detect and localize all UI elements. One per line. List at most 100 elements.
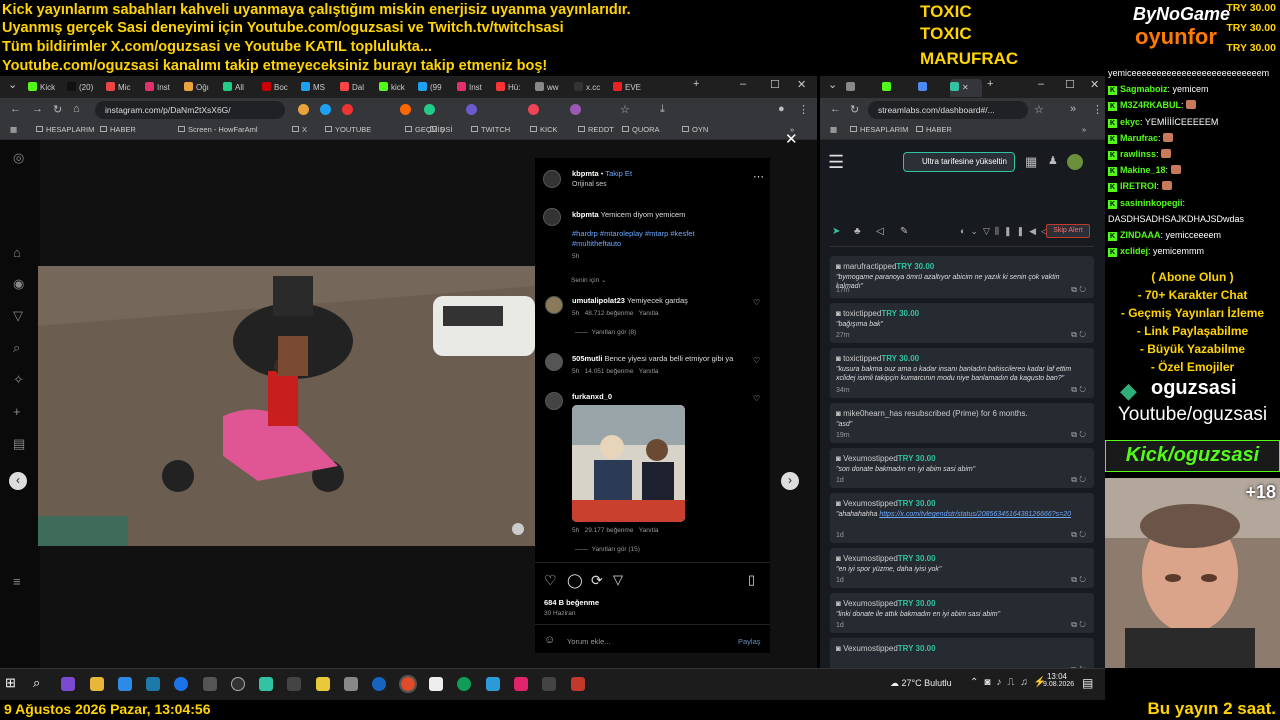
app-icon[interactable] bbox=[61, 677, 75, 691]
share-send-icon[interactable]: ▽ bbox=[613, 572, 623, 588]
app-icon[interactable] bbox=[344, 677, 358, 691]
browser-tab[interactable] bbox=[918, 79, 940, 97]
emoji-icon[interactable]: ☺ bbox=[544, 634, 555, 646]
extension-icon[interactable] bbox=[466, 104, 477, 115]
hashtags[interactable]: #hardrp #mtaroleplay #mtarp #kesfet #mul… bbox=[572, 229, 722, 249]
close-post-icon[interactable]: ✕ bbox=[785, 130, 798, 148]
replay-icon[interactable]: ⧉ bbox=[1071, 385, 1077, 394]
chat-user[interactable]: ekyc bbox=[1120, 117, 1140, 127]
reload-icon[interactable]: ↻ bbox=[53, 103, 62, 116]
author-avatar[interactable] bbox=[543, 208, 561, 226]
more-options-icon[interactable]: ⋯ bbox=[753, 170, 764, 183]
repeat-icon[interactable]: ↻ bbox=[1079, 330, 1086, 339]
browser-tab[interactable]: Inst bbox=[457, 79, 493, 97]
home-icon[interactable]: ⌂ bbox=[13, 245, 21, 260]
commenter-avatar[interactable] bbox=[545, 296, 563, 314]
reel-video[interactable] bbox=[38, 266, 535, 546]
browser-tab[interactable]: Inst bbox=[145, 79, 181, 97]
reply-button[interactable]: Yanıtla bbox=[639, 527, 659, 534]
address-input[interactable]: streamlabs.com/dashboard#/... bbox=[868, 101, 1028, 119]
replay-icon[interactable]: ⧉ bbox=[1071, 575, 1077, 584]
maximize-icon[interactable]: ☐ bbox=[770, 78, 780, 91]
bookmark[interactable]: HABER bbox=[916, 125, 952, 134]
comment-heart-icon[interactable]: ♡ bbox=[753, 394, 760, 403]
close-window-icon[interactable]: ✕ bbox=[797, 78, 806, 91]
comment-user[interactable]: furkanxd_0 bbox=[572, 392, 612, 401]
browser-tab[interactable]: EVE bbox=[613, 79, 649, 97]
extension-icon[interactable] bbox=[400, 104, 411, 115]
alert-link[interactable]: https://x.com/tvlegendstr/status/2085634… bbox=[879, 511, 1071, 518]
user-avatar[interactable] bbox=[1067, 154, 1083, 170]
send-icon[interactable]: ▽ bbox=[13, 308, 23, 324]
file-explorer-icon[interactable] bbox=[90, 677, 104, 691]
bookmark[interactable]: HABER bbox=[100, 125, 136, 134]
app-icon[interactable] bbox=[542, 677, 556, 691]
notification-center-icon[interactable]: ▤ bbox=[1082, 676, 1093, 690]
bookmark-star-icon[interactable]: ☆ bbox=[1034, 103, 1044, 116]
chat-user[interactable]: sasininkopegii bbox=[1120, 198, 1183, 208]
upgrade-button[interactable]: Ultra tarifesine yükseltin bbox=[903, 152, 1015, 172]
replay-icon[interactable]: ⧉ bbox=[1071, 285, 1077, 294]
bookmark[interactable]: HESAPLARIM bbox=[850, 125, 908, 134]
alert-card[interactable]: ◙ VexumostippedTRY 30.00 "linki donate il… bbox=[830, 593, 1094, 633]
comment-heart-icon[interactable]: ♡ bbox=[753, 298, 760, 307]
bookmark[interactable]: QUORA bbox=[622, 125, 660, 134]
commenter-avatar[interactable] bbox=[545, 353, 563, 371]
audio-label[interactable]: Orijinal ses bbox=[572, 181, 607, 188]
minimize-icon[interactable]: – bbox=[740, 78, 746, 90]
app-icon[interactable] bbox=[118, 677, 132, 691]
notifications-icon[interactable]: ♟ bbox=[1048, 154, 1058, 167]
pen-icon[interactable]: ✎ bbox=[900, 226, 908, 237]
follow-button[interactable]: Takip Et bbox=[605, 169, 632, 178]
skip-alert-button[interactable]: Skip Alert bbox=[1046, 224, 1090, 238]
author-avatar[interactable] bbox=[543, 170, 561, 188]
windows-start-icon[interactable]: ⊞ bbox=[5, 675, 19, 690]
apps-icon[interactable]: ▦ bbox=[830, 125, 837, 134]
repeat-icon[interactable]: ↻ bbox=[1079, 575, 1086, 584]
comment-user[interactable]: 505mutli bbox=[572, 354, 602, 363]
obs-icon[interactable] bbox=[231, 677, 245, 691]
app-icon[interactable] bbox=[457, 677, 471, 691]
comment-user[interactable]: umutalipolat23 bbox=[572, 296, 625, 305]
view-replies[interactable]: —— Yanıtları gör (15) bbox=[575, 546, 640, 553]
weather-widget[interactable]: ☁ 27°C Bulutlu bbox=[890, 678, 952, 689]
alert-user[interactable]: Vexumos bbox=[843, 554, 876, 563]
browser-tab[interactable]: Boc bbox=[262, 79, 298, 97]
alert-card[interactable]: ◙ toxictippedTRY 30.00 "bağışıma bak" 27m ⧉… bbox=[830, 303, 1094, 343]
share-button[interactable]: Paylaş bbox=[738, 637, 761, 646]
bookmark[interactable]: YOUTUBE bbox=[325, 125, 371, 134]
gift-icon[interactable]: ♣ bbox=[854, 226, 861, 237]
commenter-avatar[interactable] bbox=[545, 392, 563, 410]
repeat-icon[interactable]: ↻ bbox=[1079, 620, 1086, 629]
app-icon[interactable] bbox=[514, 677, 528, 691]
browser-tab[interactable]: x.cc bbox=[574, 79, 610, 97]
browser-tab[interactable]: Hü: bbox=[496, 79, 532, 97]
alert-user[interactable]: Vexumos bbox=[843, 644, 876, 653]
comment-likes[interactable]: 14.051 beğenme bbox=[585, 368, 634, 375]
active-tab[interactable]: ✕ bbox=[950, 79, 982, 97]
next-post-icon[interactable]: › bbox=[781, 472, 799, 490]
bookmark[interactable]: HESAPLARIM bbox=[36, 125, 94, 134]
bookmark[interactable]: OYN bbox=[682, 125, 708, 134]
extension-icon[interactable] bbox=[298, 104, 309, 115]
previous-post-icon[interactable]: ‹ bbox=[9, 472, 27, 490]
repeat-icon[interactable]: ↻ bbox=[1079, 530, 1086, 539]
new-tab-icon[interactable]: + bbox=[987, 78, 993, 90]
alert-user[interactable]: Vexumos bbox=[843, 599, 876, 608]
back-icon[interactable]: ← bbox=[10, 103, 21, 115]
repeat-icon[interactable]: ↻ bbox=[1079, 285, 1086, 294]
comment-heart-icon[interactable]: ♡ bbox=[753, 356, 760, 365]
extension-icon[interactable] bbox=[570, 104, 581, 115]
replay-icon[interactable]: ⧉ bbox=[1071, 430, 1077, 439]
alert-user[interactable]: Vexumos bbox=[843, 499, 876, 508]
bookmark[interactable]: X bbox=[292, 125, 307, 134]
alert-card[interactable]: ◙ mike0hearn_has resubscribed (Prime) fo… bbox=[830, 403, 1094, 443]
chat-user[interactable]: M3Z4RKABUL bbox=[1120, 100, 1181, 110]
forward-icon[interactable]: → bbox=[32, 103, 43, 115]
browser-tab[interactable]: Kick bbox=[28, 79, 64, 97]
extension-icon[interactable] bbox=[528, 104, 539, 115]
tab-search-icon[interactable]: ⌄ bbox=[8, 78, 17, 91]
search-icon[interactable]: ⌕ bbox=[13, 340, 20, 356]
chat-user[interactable]: Sagmaboiz bbox=[1120, 84, 1168, 94]
alert-card[interactable]: ◙ marufractippedTRY 30.00 "bymogame paran… bbox=[830, 256, 1094, 298]
